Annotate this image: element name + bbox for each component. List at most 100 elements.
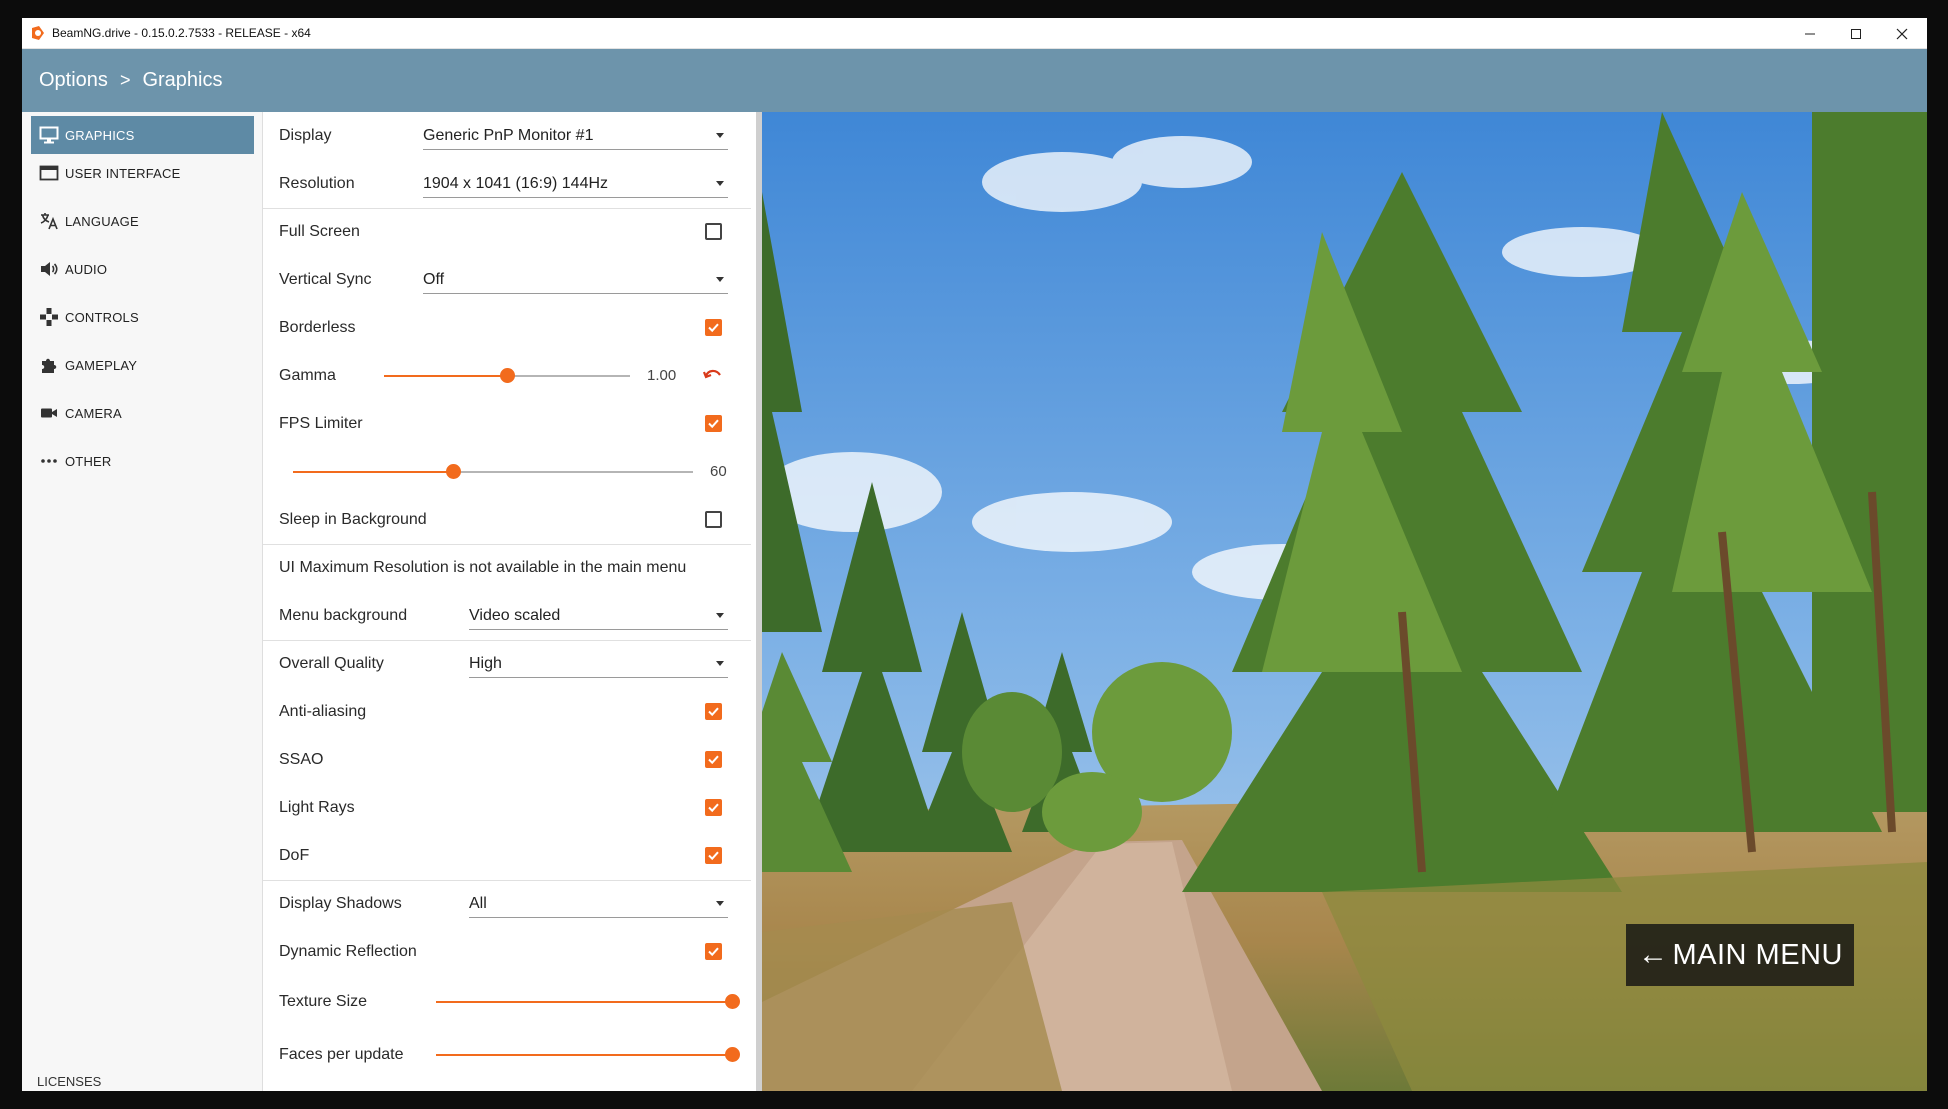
sidebar-item-label: GAMEPLAY [65, 357, 138, 373]
anti-aliasing-label: Anti-aliasing [279, 703, 367, 720]
fps-limit-value: 60 [710, 463, 727, 480]
sidebar-item-user-interface[interactable]: USER INTERFACE [31, 154, 254, 192]
resolution-dropdown[interactable]: 1904 x 1041 (16:9) 144Hz [423, 172, 728, 198]
fps-limit-slider-thumb[interactable] [446, 464, 461, 479]
dynamic-reflection-row: Dynamic Reflection [263, 928, 751, 976]
checkmark-icon [708, 419, 719, 429]
breadcrumb-options[interactable]: Options [39, 69, 108, 92]
game-preview: ← MAIN MENU [762, 112, 1927, 1091]
display-shadows-dropdown[interactable]: All [469, 892, 728, 918]
window-icon [39, 163, 59, 183]
sidebar-item-label: AUDIO [65, 261, 108, 277]
close-button[interactable] [1879, 18, 1925, 49]
minimize-icon [1805, 33, 1815, 34]
fps-limiter-label: FPS Limiter [279, 415, 363, 432]
full-screen-label: Full Screen [279, 223, 360, 240]
anti-aliasing-row: Anti-aliasing [263, 688, 751, 736]
options-header: Options > Graphics [22, 49, 1927, 112]
sidebar-item-language[interactable]: LANGUAGE [31, 202, 254, 240]
menu-background-label: Menu background [279, 607, 408, 624]
sidebar-item-audio[interactable]: AUDIO [31, 250, 254, 288]
menu-background-row: Menu background Video scaled [263, 592, 751, 640]
dynamic-reflection-label: Dynamic Reflection [279, 943, 417, 960]
back-arrow-icon: ← [1638, 938, 1669, 971]
sidebar-item-gameplay[interactable]: GAMEPLAY [31, 346, 254, 384]
ssao-row: SSAO [263, 736, 751, 784]
checkmark-icon [708, 323, 719, 333]
maximize-icon [1851, 28, 1861, 39]
minimize-button[interactable] [1787, 18, 1833, 49]
checkmark-icon [708, 947, 719, 957]
speaker-icon [39, 259, 59, 279]
gamma-slider-thumb[interactable] [500, 368, 515, 383]
display-row: Display Generic PnP Monitor #1 [263, 112, 751, 160]
gamma-label: Gamma [279, 367, 336, 384]
sidebar-item-label: LANGUAGE [65, 213, 139, 229]
dropdown-arrow-icon [716, 613, 724, 618]
sleep-in-background-checkbox[interactable] [705, 511, 722, 528]
breadcrumb-graphics: Graphics [142, 69, 223, 91]
licenses-link[interactable]: LICENSES [37, 1074, 101, 1089]
display-shadows-row: Display Shadows All [263, 880, 751, 928]
ui-notice-row: UI Maximum Resolution is not available i… [263, 544, 751, 592]
resolution-row: Resolution 1904 x 1041 (16:9) 144Hz [263, 160, 751, 208]
gamma-slider-fill [384, 375, 507, 377]
ssao-checkbox[interactable] [705, 751, 722, 768]
sidebar-item-label: OTHER [65, 453, 112, 469]
reset-icon[interactable] [703, 366, 723, 384]
vertical-sync-row: Vertical Sync Off [263, 256, 751, 304]
maximize-button[interactable] [1833, 18, 1879, 49]
sidebar-item-label: CONTROLS [65, 309, 139, 325]
overall-quality-label: Overall Quality [279, 655, 384, 672]
faces-per-update-slider-fill [436, 1054, 732, 1056]
dropdown-arrow-icon [716, 901, 724, 906]
dof-label: DoF [279, 847, 310, 864]
ssao-label: SSAO [279, 751, 324, 768]
dynamic-reflection-checkbox[interactable] [705, 943, 722, 960]
borderless-label: Borderless [279, 319, 356, 336]
fps-limiter-checkbox[interactable] [705, 415, 722, 432]
faces-per-update-slider-thumb[interactable] [725, 1047, 740, 1062]
full-screen-row: Full Screen [263, 208, 751, 256]
texture-size-label: Texture Size [279, 993, 368, 1010]
main-menu-button[interactable]: ← MAIN MENU [1626, 924, 1854, 986]
dof-checkbox[interactable] [705, 847, 722, 864]
sidebar-item-graphics[interactable]: GRAPHICS [31, 116, 254, 154]
full-screen-checkbox[interactable] [705, 223, 722, 240]
light-rays-checkbox[interactable] [705, 799, 722, 816]
app-window: BeamNG.drive - 0.15.0.2.7533 - RELEASE -… [22, 18, 1927, 1091]
resolution-value: 1904 x 1041 (16:9) 144Hz [423, 175, 609, 192]
vertical-sync-value: Off [423, 271, 445, 288]
checkmark-icon [708, 851, 719, 861]
resolution-label: Resolution [279, 175, 355, 192]
texture-size-slider-fill [436, 1001, 732, 1003]
sidebar-item-label: CAMERA [65, 405, 122, 421]
sidebar-item-controls[interactable]: CONTROLS [31, 298, 254, 336]
vertical-sync-dropdown[interactable]: Off [423, 268, 728, 294]
camera-icon [39, 403, 59, 423]
menu-background-dropdown[interactable]: Video scaled [469, 604, 728, 630]
dropdown-arrow-icon [716, 181, 724, 186]
overall-quality-dropdown[interactable]: High [469, 652, 728, 678]
close-icon [1896, 28, 1908, 39]
borderless-row: Borderless [263, 304, 751, 352]
display-dropdown[interactable]: Generic PnP Monitor #1 [423, 124, 728, 150]
menu-background-value: Video scaled [469, 607, 561, 624]
borderless-checkbox[interactable] [705, 319, 722, 336]
graphics-settings-panel: Display Generic PnP Monitor #1 Resolutio… [263, 112, 762, 1091]
gamma-row: Gamma 1.00 [263, 352, 751, 400]
anti-aliasing-checkbox[interactable] [705, 703, 722, 720]
sidebar-item-other[interactable]: OTHER [31, 442, 254, 480]
gamma-value: 1.00 [647, 367, 677, 384]
gamepad-icon [39, 307, 59, 327]
dropdown-arrow-icon [716, 277, 724, 282]
texture-size-slider-thumb[interactable] [725, 994, 740, 1009]
title-bar: BeamNG.drive - 0.15.0.2.7533 - RELEASE -… [22, 18, 1927, 49]
dof-row: DoF [263, 832, 751, 880]
sidebar-item-camera[interactable]: CAMERA [31, 394, 254, 432]
sleep-in-background-label: Sleep in Background [279, 511, 427, 528]
dropdown-arrow-icon [716, 133, 724, 138]
checkmark-icon [708, 803, 719, 813]
display-value: Generic PnP Monitor #1 [423, 127, 594, 144]
ui-resolution-notice: UI Maximum Resolution is not available i… [279, 559, 687, 576]
